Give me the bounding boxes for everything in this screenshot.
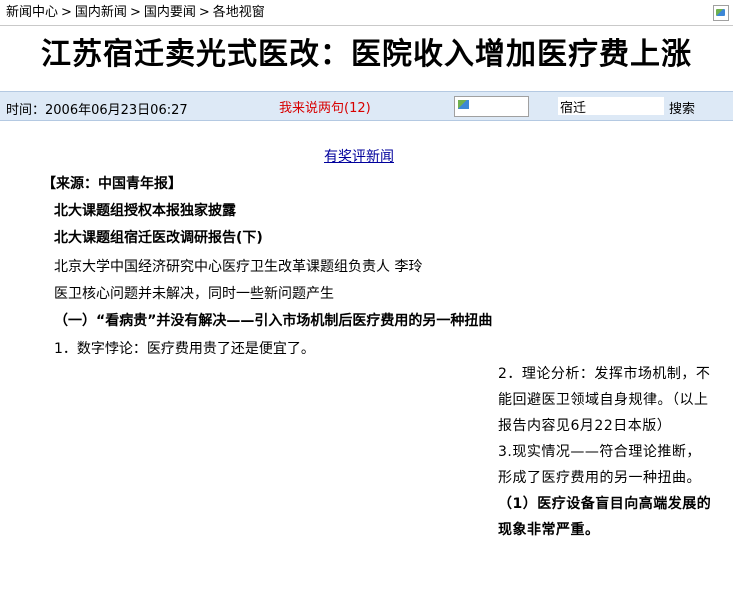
breadcrumb-domestic-news[interactable]: 国内新闻 bbox=[75, 5, 127, 20]
search-button[interactable]: 搜索 bbox=[669, 98, 695, 117]
body-line: 北大课题组宿迁医改调研报告(下) bbox=[54, 230, 263, 246]
body-paragraph: 2．理论分析：发挥市场机制，不能回避医卫领域自身规律。（以上报告内容见6月22日… bbox=[498, 366, 711, 434]
broken-image-icon bbox=[713, 5, 729, 21]
broken-image-icon bbox=[454, 96, 529, 117]
body-line: 北京大学中国经济研究中心医疗卫生改革课题组负责人 李玲 bbox=[54, 259, 423, 275]
breadcrumb-separator: > bbox=[61, 5, 72, 20]
body-line: 北大课题组授权本报独家披露 bbox=[54, 203, 236, 219]
reward-comment-link[interactable]: 有奖评新闻 bbox=[324, 146, 394, 166]
body-line: 医卫核心问题并未解决，同时一些新问题产生 bbox=[54, 286, 334, 302]
comment-link[interactable]: 我来说两句(12) bbox=[279, 97, 371, 116]
breadcrumb-domestic-headlines[interactable]: 国内要闻 bbox=[144, 5, 196, 20]
breadcrumb-separator: > bbox=[198, 5, 210, 20]
breadcrumb-news-center[interactable]: 新闻中心 bbox=[6, 5, 58, 20]
breadcrumb-separator: > bbox=[129, 5, 141, 20]
body-paragraph: 3.现实情况——符合理论推断，形成了医疗费用的另一种扭曲。 bbox=[498, 444, 701, 486]
text-column: 2．理论分析：发挥市场机制，不能回避医卫领域自身规律。（以上报告内容见6月22日… bbox=[462, 361, 714, 543]
section-heading: （一）“看病贵”并没有解决——引入市场机制后医疗费用的另一种扭曲 bbox=[54, 313, 493, 329]
search-input[interactable] bbox=[558, 97, 664, 115]
body-line: 1．数字悖论：医疗费用贵了还是便宜了。 bbox=[54, 341, 315, 357]
page-title: 江苏宿迁卖光式医改：医院收入增加医疗费上涨 bbox=[41, 37, 692, 72]
article-info-bar: 时间：2006年06月23日06:27 我来说两句(12) 搜索 bbox=[0, 91, 733, 121]
body-paragraph: （1）医疗设备盲目向高端发展的现象非常严重。 bbox=[498, 496, 712, 538]
publish-time: 时间：2006年06月23日06:27 bbox=[6, 103, 188, 118]
breadcrumb-regional-window[interactable]: 各地视窗 bbox=[213, 5, 265, 20]
source-line: 【来源：中国青年报】 bbox=[42, 176, 182, 192]
breadcrumb: 新闻中心 > 国内新闻 > 国内要闻 > 各地视窗 bbox=[0, 0, 733, 26]
